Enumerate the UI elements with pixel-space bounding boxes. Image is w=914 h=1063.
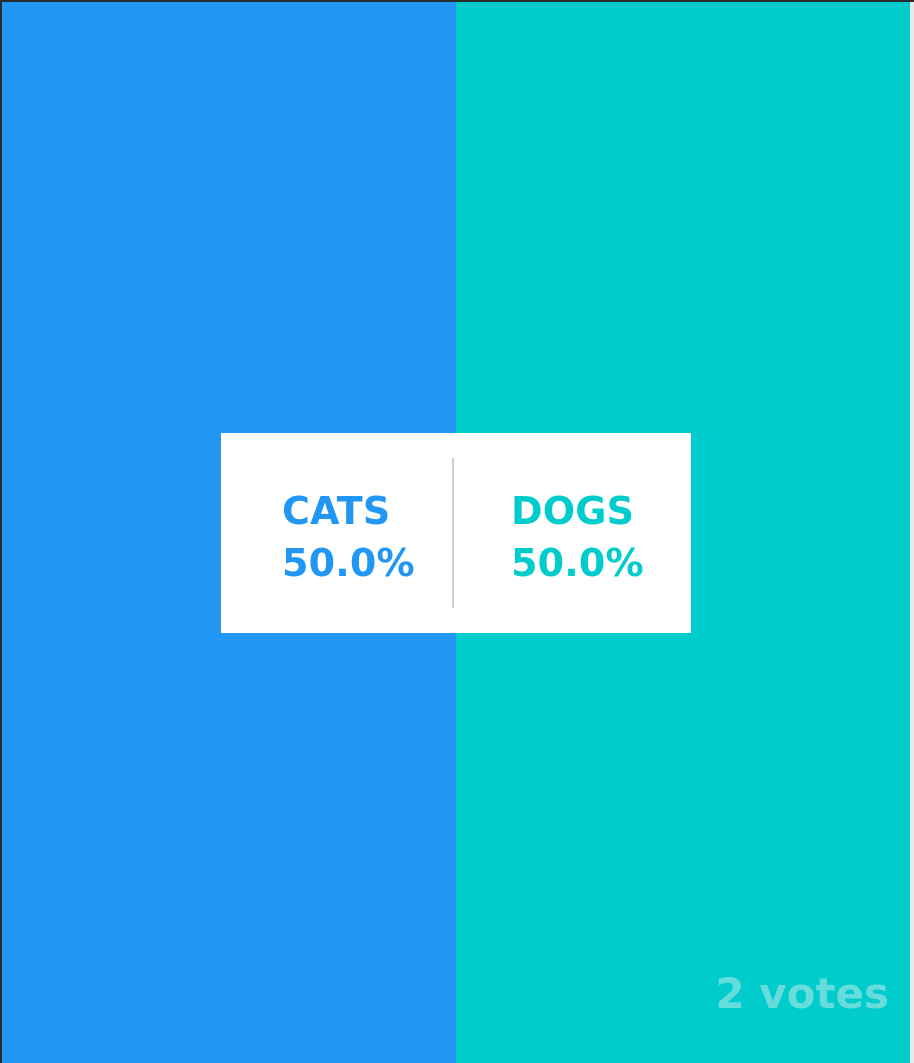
dogs-label: DOGS [511,489,635,533]
results-divider [452,458,454,608]
cats-percent: 50.0% [282,541,415,585]
window-right-edge [910,2,914,1063]
dogs-result: DOGS 50.0% [511,485,644,589]
results-card: CATS 50.0% DOGS 50.0% [221,433,691,633]
cats-label: CATS [282,489,391,533]
dogs-percent: 50.0% [511,541,644,585]
vote-count: 2 votes [715,969,889,1018]
cats-result: CATS 50.0% [282,485,415,589]
